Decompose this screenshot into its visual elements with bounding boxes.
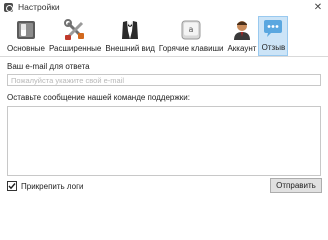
tab-label: Аккаунт [227,44,257,53]
tab-advanced[interactable]: Расширенные [47,16,103,56]
tab-general[interactable]: Основные [5,16,47,56]
settings-toolbar: Основные Расширенные Внешний вид a Горяч… [0,14,328,56]
tab-label: Основные [7,44,45,53]
tab-label: Внешний вид [105,44,155,53]
email-input[interactable] [7,74,321,86]
user-account-icon [230,18,254,42]
message-textarea[interactable] [7,106,321,176]
tab-label: Отзыв [261,43,286,52]
settings-switch-icon [14,18,38,42]
checkmark-icon [8,183,16,190]
keyboard-key-icon: a [179,18,203,42]
attach-logs-label: Прикрепить логи [21,181,84,191]
tab-hotkeys[interactable]: a Горячие клавиши [157,16,226,56]
checkbox-box[interactable] [7,181,17,191]
tab-appearance[interactable]: Внешний вид [103,16,157,56]
window-title: Настройки [18,2,60,12]
tab-label: Расширенные [48,44,102,53]
attach-logs-checkbox[interactable]: Прикрепить логи [7,181,84,191]
tools-icon [63,18,87,42]
send-button[interactable]: Отправить [270,178,322,193]
tuxedo-icon [118,18,142,42]
app-icon [4,2,13,12]
email-label: Ваш e-mail для ответа [7,62,90,71]
toolbar-divider [0,56,328,57]
tab-feedback[interactable]: Отзыв [258,16,289,56]
title-bar: Настройки ✕ [0,0,328,14]
close-button[interactable]: ✕ [312,1,324,13]
svg-text:a: a [189,25,194,34]
tab-label: Горячие клавиши [158,44,224,53]
tab-account[interactable]: Аккаунт [225,16,258,56]
speech-bubble-icon [261,17,285,41]
message-label: Оставьте сообщение нашей команде поддерж… [7,93,190,102]
